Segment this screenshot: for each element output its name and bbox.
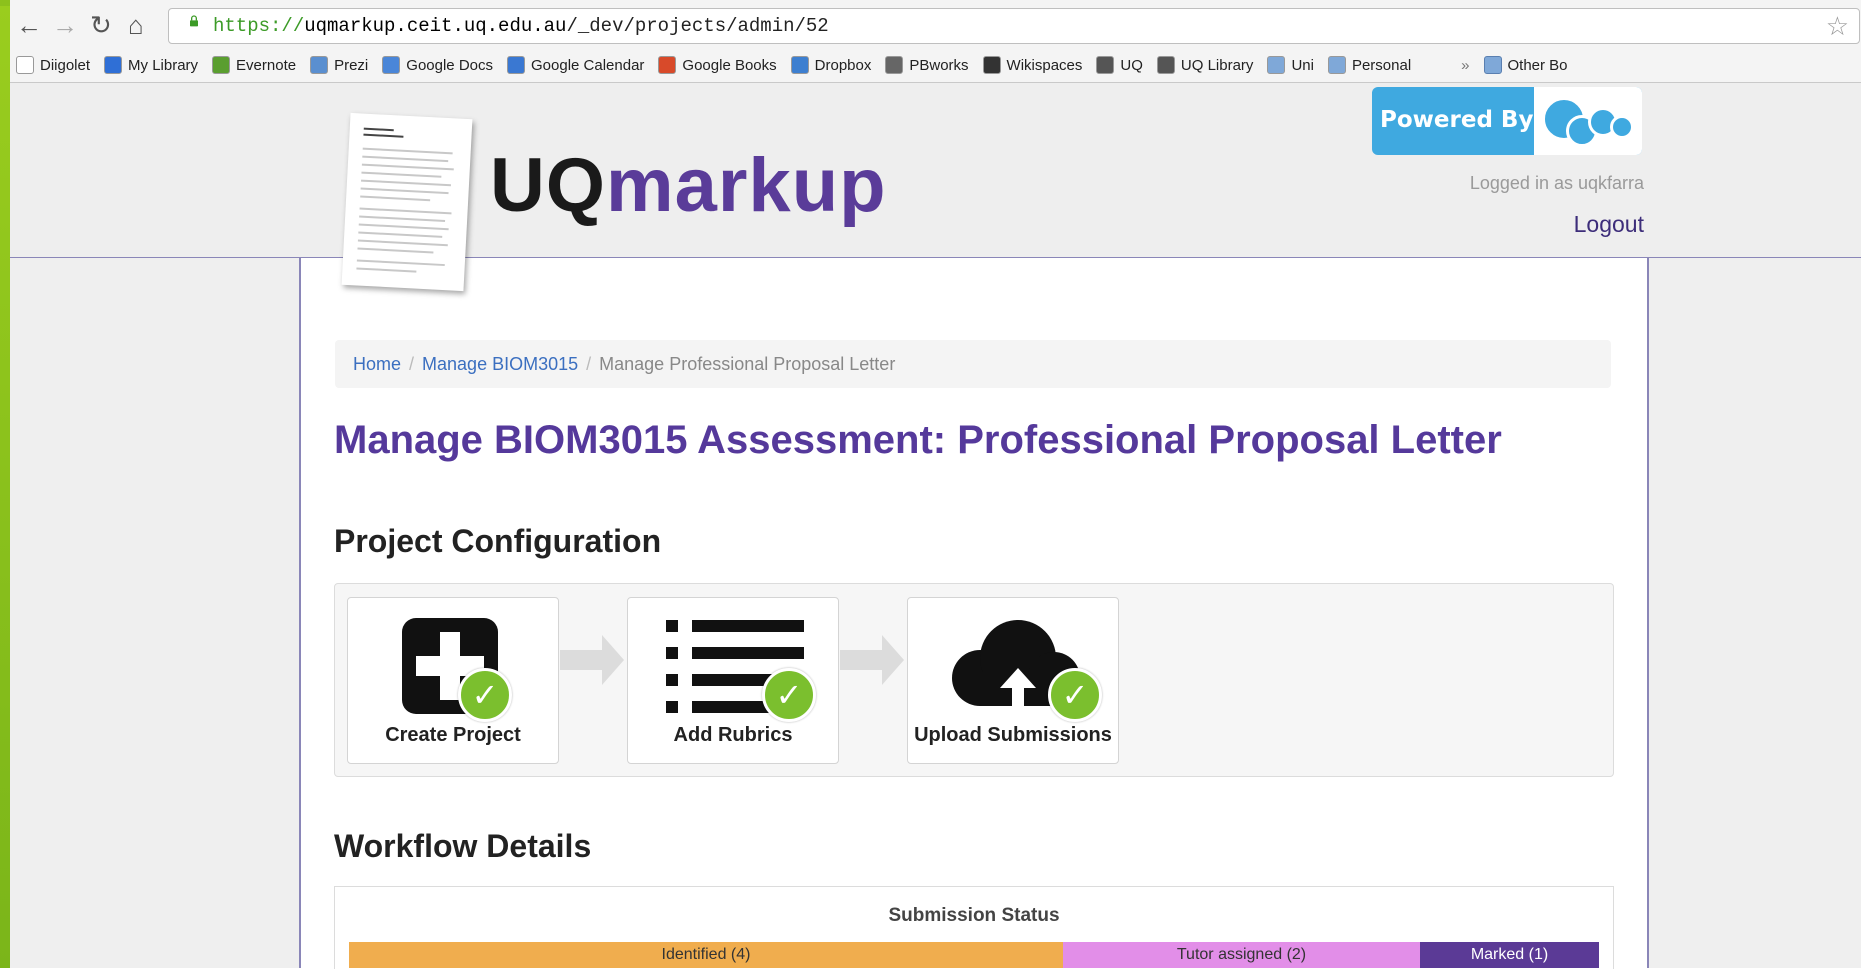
- bookmark-item[interactable]: Google Books: [658, 56, 777, 74]
- bookmark-favicon-icon: [212, 56, 231, 74]
- logout-link[interactable]: Logout: [1490, 211, 1644, 238]
- complete-check-icon: ✓: [458, 668, 512, 722]
- status-segment[interactable]: Marked (1): [1420, 942, 1599, 968]
- other-bookmarks-label: Other Bo: [1507, 56, 1568, 74]
- bookmark-favicon-icon: [1267, 56, 1286, 74]
- bookmark-item[interactable]: Prezi: [310, 56, 368, 74]
- breadcrumb-separator: /: [586, 354, 592, 374]
- other-bookmarks-folder[interactable]: Other Bo: [1483, 56, 1568, 74]
- folder-icon: [1483, 56, 1502, 74]
- bookmark-label: Uni: [1291, 56, 1314, 74]
- address-bar[interactable]: https://uqmarkup.ceit.uq.edu.au/_dev/pro…: [168, 8, 1860, 44]
- breadcrumb: Home / Manage BIOM3015 / Manage Professional…: [335, 340, 1611, 388]
- create-project-step[interactable]: ✓ Create Project: [347, 597, 559, 764]
- breadcrumb-current: Manage Professional Proposal Letter: [599, 354, 896, 374]
- upload-submissions-step[interactable]: ✓ Upload Submissions: [907, 597, 1119, 764]
- bookmark-label: UQ: [1120, 56, 1143, 74]
- reload-icon[interactable]: ↻: [90, 10, 112, 40]
- workflow-details-heading: Workflow Details: [334, 828, 592, 864]
- submission-status-panel: Submission Status Identified (4) Tutor as…: [334, 886, 1614, 969]
- powered-by-label: Powered By: [1380, 107, 1534, 133]
- bookmark-favicon-icon: [1156, 56, 1175, 74]
- status-segment[interactable]: Identified (4): [349, 942, 1063, 968]
- bookmark-item[interactable]: Personal: [1327, 56, 1412, 74]
- bookmark-favicon-icon: [1096, 56, 1115, 74]
- add-rubrics-step[interactable]: ✓ Add Rubrics: [627, 597, 839, 764]
- bookmark-label: Wikispaces: [1006, 56, 1083, 74]
- bookmark-item[interactable]: PBworks: [885, 56, 969, 74]
- browser-chrome: ← → ↻ ⌂ https://uqmarkup.ceit.uq.edu.au/…: [10, 0, 1861, 83]
- bookmarks-overflow-icon[interactable]: »: [1461, 57, 1469, 74]
- bookmark-favicon-icon: [790, 56, 809, 74]
- bookmark-item[interactable]: Uni: [1267, 56, 1314, 74]
- bookmark-item[interactable]: Wikispaces: [982, 56, 1083, 74]
- bookmark-favicon-icon: [382, 56, 401, 74]
- powered-by-badge[interactable]: Powered By: [1372, 87, 1642, 155]
- bookmark-item[interactable]: My Library: [104, 56, 198, 74]
- bookmark-label: Dropbox: [814, 56, 872, 74]
- submission-status-title: Submission Status: [888, 905, 1060, 926]
- step-label: Create Project: [385, 724, 521, 746]
- complete-check-icon: ✓: [1048, 668, 1102, 722]
- bookmark-label: My Library: [128, 56, 199, 74]
- logged-in-status: Logged in as uqkfarra: [1469, 173, 1644, 193]
- url-text: https://uqmarkup.ceit.uq.edu.au/_dev/pro…: [213, 15, 829, 37]
- bookmark-item[interactable]: Evernote: [212, 56, 296, 74]
- project-configuration-heading: Project Configuration: [334, 523, 662, 559]
- status-segment[interactable]: Tutor assigned (2): [1063, 942, 1420, 968]
- bookmark-item[interactable]: UQ Library: [1156, 56, 1254, 74]
- breadcrumb-home-link[interactable]: Home: [353, 354, 401, 374]
- bookmark-label: Personal: [1351, 56, 1412, 74]
- home-icon[interactable]: ⌂: [128, 10, 144, 40]
- bookmark-label: Prezi: [334, 56, 369, 74]
- step-label: Add Rubrics: [673, 724, 793, 746]
- bookmark-label: Evernote: [236, 56, 297, 74]
- bookmark-item[interactable]: Dropbox: [790, 56, 872, 74]
- breadcrumb-separator: /: [409, 354, 415, 374]
- bookmark-item[interactable]: Diigolet: [16, 56, 90, 74]
- site-logo[interactable]: UQmarkup: [490, 142, 887, 229]
- back-arrow-icon[interactable]: ←: [16, 10, 42, 40]
- forward-arrow-icon[interactable]: →: [52, 10, 78, 40]
- bookmark-item[interactable]: UQ: [1096, 56, 1143, 74]
- bookmark-favicon-icon: [982, 56, 1001, 74]
- document-logo-icon: [341, 112, 473, 292]
- lock-icon: [190, 15, 198, 27]
- bookmark-label: Google Books: [682, 56, 777, 74]
- breadcrumb-course-link[interactable]: Manage BIOM3015: [422, 354, 578, 374]
- partner-logo-icon: [1534, 87, 1642, 155]
- bookmark-item[interactable]: Google Docs: [382, 56, 493, 74]
- bookmark-favicon-icon: [507, 56, 525, 74]
- page-title: Manage BIOM3015 Assessment: Professional…: [334, 418, 1502, 462]
- bookmark-label: UQ Library: [1180, 56, 1254, 74]
- bookmark-label: Google Calendar: [531, 56, 645, 74]
- step-label: Upload Submissions: [914, 724, 1112, 746]
- bookmark-favicon-icon: [16, 56, 34, 74]
- bookmark-favicon-icon: [310, 56, 329, 74]
- desktop-accent-stripe: [0, 0, 10, 968]
- bookmark-label: Google Docs: [406, 56, 493, 74]
- bookmark-favicon-icon: [1327, 56, 1346, 74]
- bookmark-star-icon[interactable]: ☆: [1826, 11, 1849, 42]
- bookmark-label: PBworks: [909, 56, 969, 74]
- bookmark-favicon-icon: [104, 56, 123, 74]
- complete-check-icon: ✓: [762, 668, 816, 722]
- bookmark-label: Diigolet: [40, 56, 91, 74]
- bookmarks-bar: Diigolet My Library Evernote Prezi Google Do…: [10, 50, 1861, 80]
- bookmark-item[interactable]: Google Calendar: [507, 56, 644, 74]
- bookmark-favicon-icon: [885, 56, 904, 74]
- bookmark-favicon-icon: [658, 56, 677, 74]
